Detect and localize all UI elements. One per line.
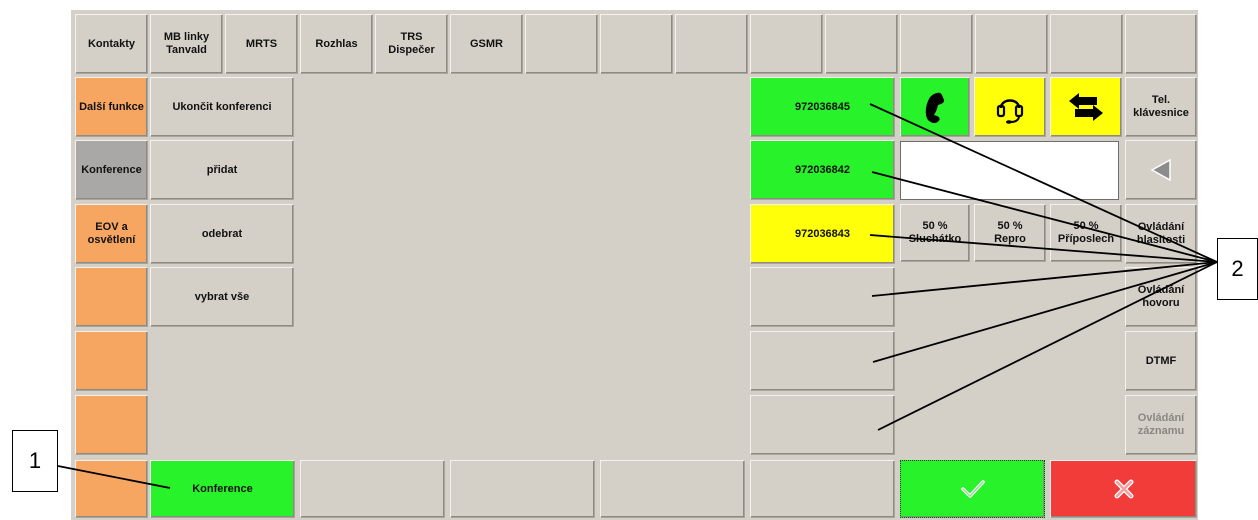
- callout-lines: [57, 103, 1218, 489]
- callout-line-2d: [871, 261, 1218, 297]
- callout-line-1: [57, 465, 171, 489]
- callout-box-1: 1: [12, 430, 58, 492]
- callout-box-2: 2: [1217, 238, 1258, 300]
